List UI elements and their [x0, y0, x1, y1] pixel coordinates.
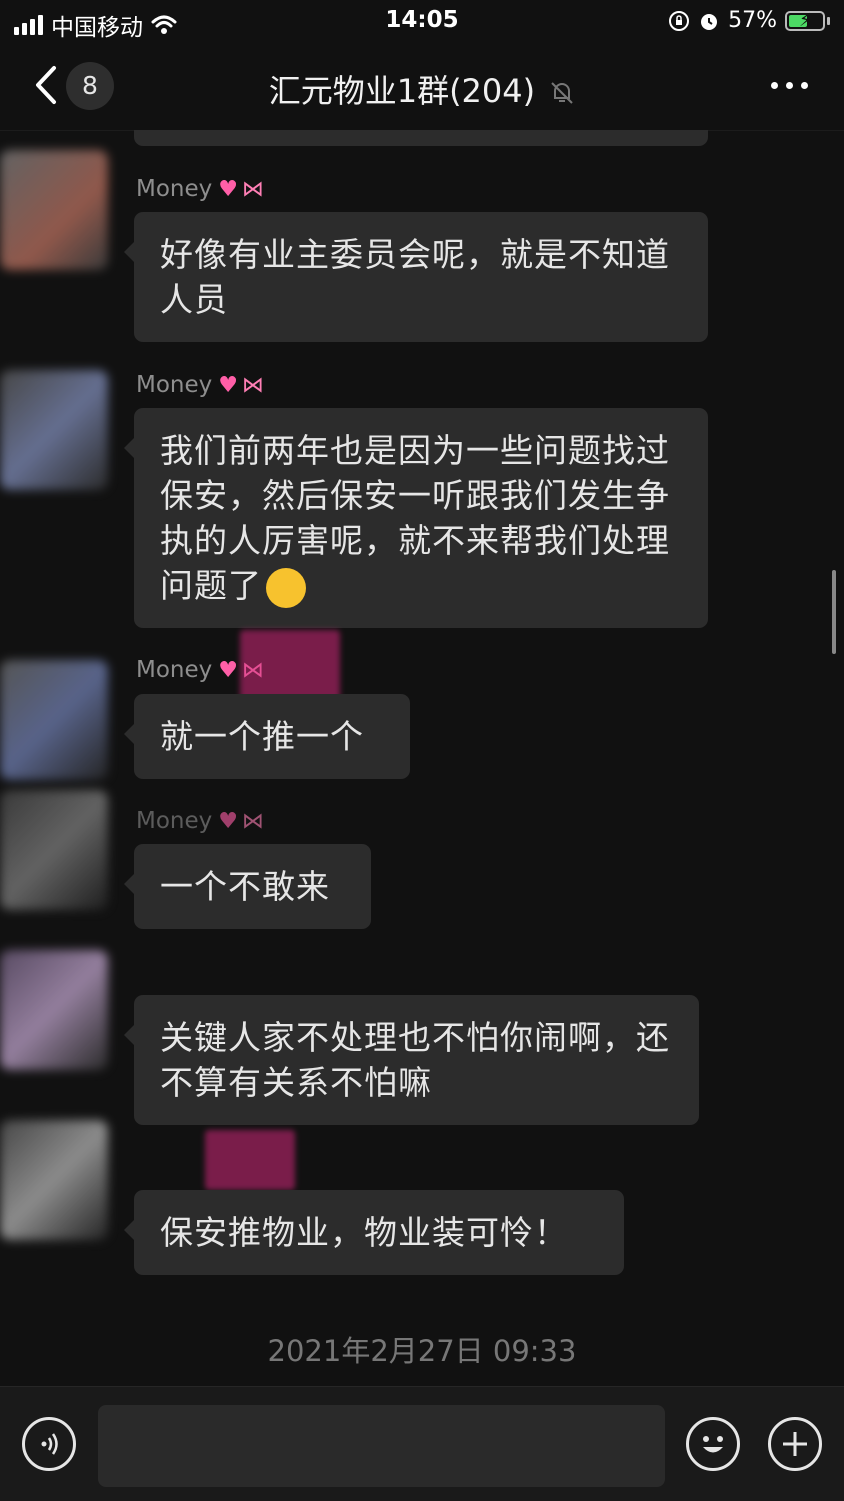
message-text: 好像有业主委员会呢，就是不知道人员	[160, 235, 670, 319]
ribbon-icon: ⋈	[242, 373, 264, 398]
chat-header: 8 汇元物业1群(204)	[0, 44, 844, 131]
orientation-lock-icon	[669, 10, 690, 31]
ellipsis-icon[interactable]	[771, 82, 808, 89]
sparkling-heart-icon: ♥	[218, 658, 238, 683]
sparkling-heart-icon: ♥	[218, 177, 238, 202]
scribble-mark	[205, 1130, 295, 1190]
message-bubble[interactable]: 关键人家不处理也不怕你闹啊，还不算有关系不怕嘛	[124, 995, 699, 1125]
chat-title: 汇元物业1群(204)	[0, 66, 844, 112]
message-text: 关键人家不处理也不怕你闹啊，还不算有关系不怕嘛	[160, 1018, 670, 1102]
alarm-icon	[701, 13, 718, 30]
sparkling-heart-icon: ♥	[218, 373, 238, 398]
avatar[interactable]	[0, 150, 108, 270]
sender-name: Money♥⋈	[136, 808, 264, 834]
status-right: 57% ⚡	[668, 8, 830, 33]
avatar[interactable]	[0, 790, 108, 910]
message-text: 我们前两年也是因为一些问题找过保安，然后保安一听跟我们发生争执的人厉害呢，就不来…	[160, 431, 670, 605]
previous-message-bubble	[134, 130, 708, 146]
message-bubble[interactable]: 一个不敢来	[124, 844, 371, 929]
shushing-face-icon	[266, 567, 306, 608]
sender-name: Money♥⋈	[136, 372, 264, 398]
date-separator: 2021年2月27日 09:33	[267, 1334, 577, 1368]
message-bubble[interactable]: 好像有业主委员会呢，就是不知道人员	[124, 212, 708, 342]
sender-name: Money♥⋈	[136, 176, 264, 202]
ribbon-icon: ⋈	[242, 177, 264, 202]
message-bubble[interactable]: 就一个推一个	[124, 694, 410, 779]
ribbon-icon: ⋈	[242, 809, 264, 834]
scribble-mark	[240, 630, 340, 700]
message-text: 就一个推一个	[160, 717, 364, 756]
chat-title-text: 汇元物业1群(204)	[268, 72, 536, 110]
message-input[interactable]	[98, 1405, 665, 1487]
voice-icon[interactable]	[22, 1417, 76, 1471]
battery-cap	[827, 16, 830, 25]
smiley-icon[interactable]	[686, 1417, 740, 1471]
message-bubble[interactable]: 我们前两年也是因为一些问题找过保安，然后保安一听跟我们发生争执的人厉害呢，就不来…	[124, 408, 708, 628]
avatar[interactable]	[0, 1120, 108, 1240]
message-text: 一个不敢来	[160, 867, 330, 906]
sparkling-heart-icon: ♥	[218, 809, 238, 834]
scrollbar[interactable]	[832, 570, 836, 654]
plus-icon[interactable]	[768, 1417, 822, 1471]
avatar[interactable]	[0, 950, 108, 1070]
message-bubble[interactable]: 保安推物业，物业装可怜！	[124, 1190, 624, 1275]
message-text: 保安推物业，物业装可怜！	[160, 1213, 568, 1252]
status-bar: 中国移动 14:05 57% ⚡	[0, 0, 844, 44]
avatar[interactable]	[0, 660, 108, 780]
input-bar	[0, 1386, 844, 1501]
message-list[interactable]: Money ♥ ⋈ 好像有业主委员会呢，就是不知道人员 Money ♥ ⋈ 我们前两年也…	[0, 130, 844, 1386]
bell-slash-icon	[551, 82, 574, 104]
battery-icon: ⚡	[785, 10, 825, 31]
battery-percent: 57%	[728, 8, 777, 33]
avatar[interactable]	[0, 370, 108, 490]
